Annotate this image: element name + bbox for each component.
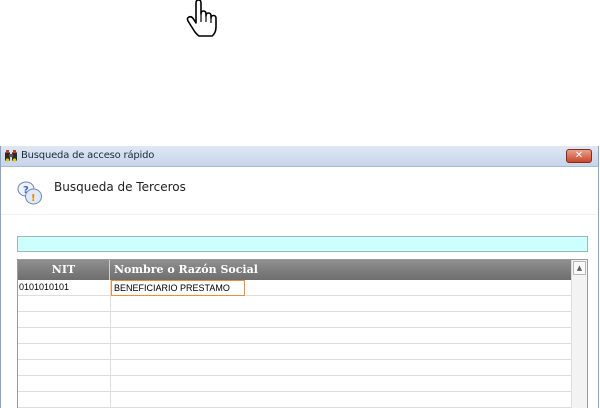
cell-nit[interactable] — [18, 360, 111, 376]
table-row[interactable] — [18, 360, 571, 376]
cell-nit[interactable] — [18, 344, 111, 360]
cell-nit[interactable]: 0101010101 — [18, 280, 111, 296]
page-title: Busqueda de Terceros — [54, 180, 186, 194]
cell-name[interactable] — [111, 312, 245, 328]
table-row[interactable] — [18, 392, 571, 408]
cell-nit[interactable] — [18, 376, 111, 392]
table-row[interactable]: 0101010101 BENEFICIARIO PRESTAMO — [18, 280, 571, 296]
column-header-nit[interactable]: NIT — [18, 260, 110, 280]
cell-name[interactable] — [111, 392, 245, 408]
cell-name[interactable] — [111, 296, 245, 312]
cell-nit[interactable] — [18, 296, 111, 312]
question-balloon-icon: ? ! — [17, 181, 42, 205]
column-header-name[interactable]: Nombre o Razón Social — [114, 260, 258, 280]
hand-pointer-icon — [186, 0, 217, 37]
scroll-up-button[interactable]: ▲ — [573, 261, 586, 275]
table-row[interactable] — [18, 296, 571, 312]
title-bar[interactable]: Busqueda de acceso rápido ✕ — [1, 146, 598, 167]
table-row[interactable] — [18, 376, 571, 392]
cell-nit[interactable] — [18, 312, 111, 328]
table-row[interactable] — [18, 344, 571, 360]
cell-nit[interactable] — [18, 328, 111, 344]
cell-nit[interactable] — [18, 392, 111, 408]
cell-name[interactable] — [111, 328, 245, 344]
vertical-scrollbar[interactable]: ▲ — [571, 260, 587, 408]
header-divider — [1, 214, 598, 215]
window-title: Busqueda de acceso rápido — [21, 150, 155, 161]
cell-name[interactable] — [111, 376, 245, 392]
search-input[interactable] — [17, 236, 588, 252]
close-button[interactable]: ✕ — [566, 149, 592, 163]
cell-name[interactable] — [111, 360, 245, 376]
results-table: NIT Nombre o Razón Social 0101010101 BEN… — [17, 259, 588, 408]
table-row[interactable] — [18, 328, 571, 344]
table-header: NIT Nombre o Razón Social — [18, 260, 571, 280]
svg-text:!: ! — [31, 193, 36, 204]
table-row[interactable] — [18, 312, 571, 328]
binoculars-icon — [5, 150, 17, 162]
cell-name[interactable] — [111, 344, 245, 360]
quick-search-window: Busqueda de acceso rápido ✕ ? ! Busqueda… — [0, 146, 599, 408]
cell-name[interactable]: BENEFICIARIO PRESTAMO — [111, 280, 245, 296]
